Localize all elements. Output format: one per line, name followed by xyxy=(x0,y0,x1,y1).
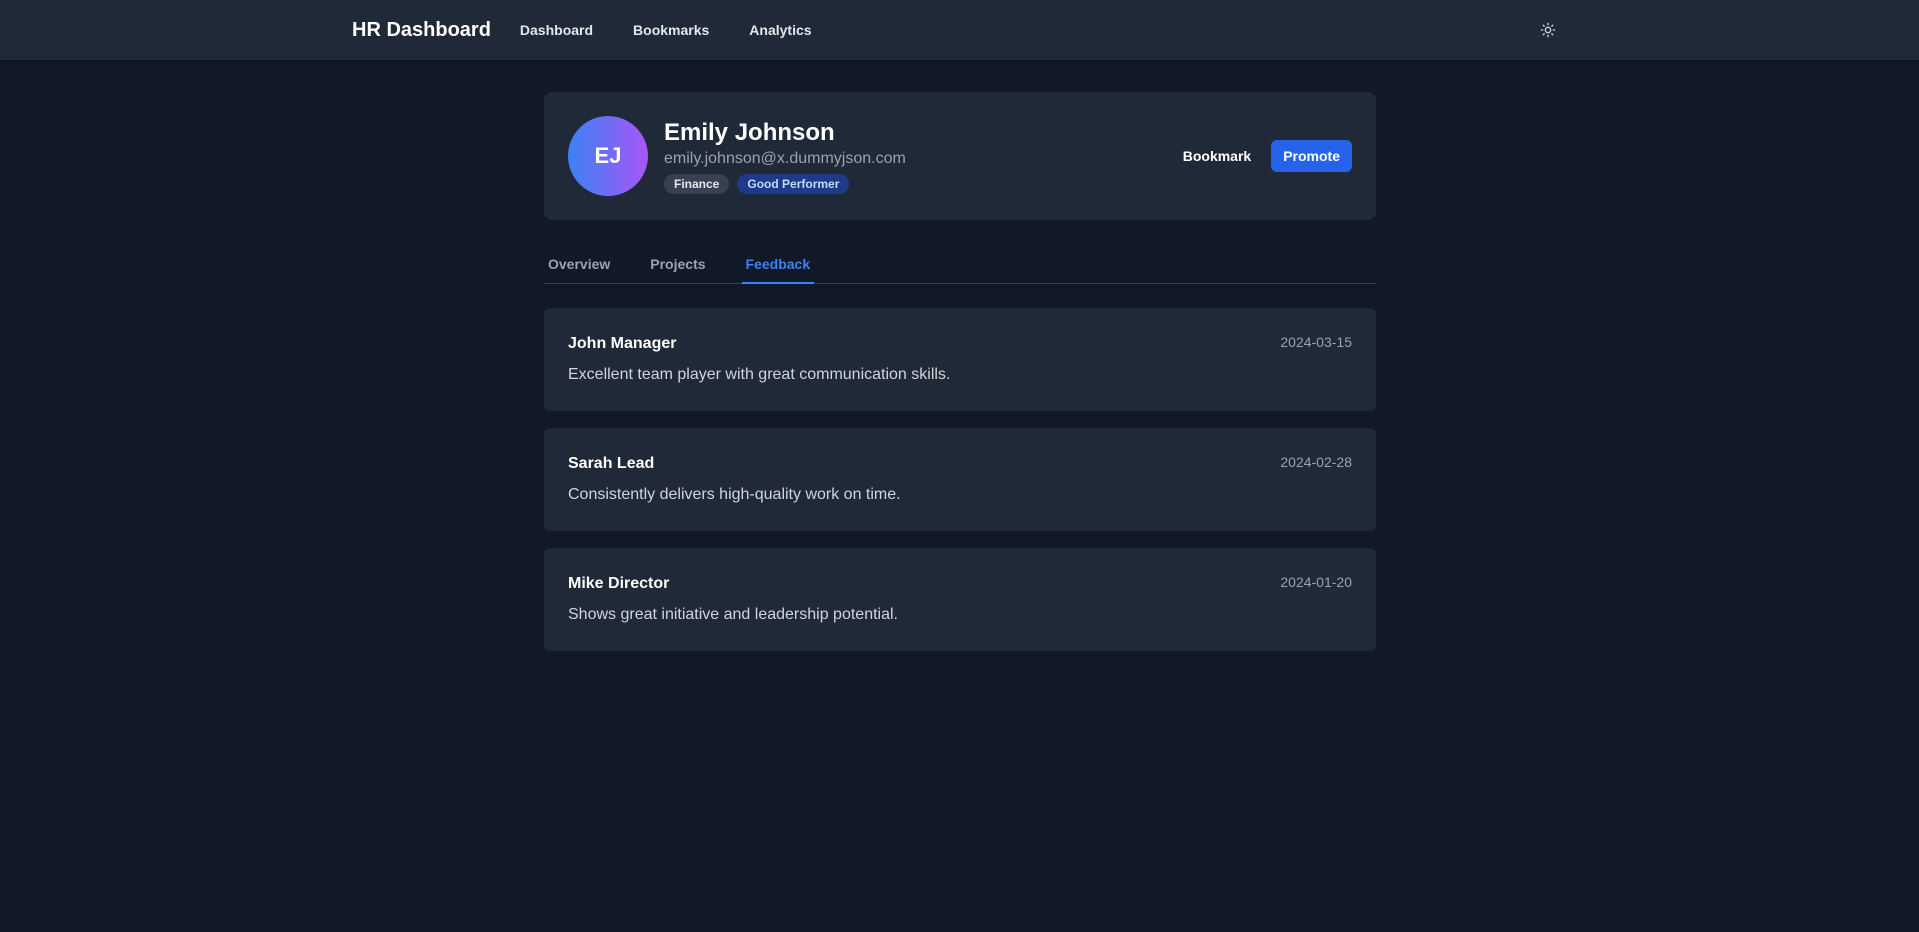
avatar: EJ xyxy=(568,116,648,196)
navbar-inner: HR Dashboard Dashboard Bookmarks Analyti… xyxy=(352,0,1559,60)
top-navbar: HR Dashboard Dashboard Bookmarks Analyti… xyxy=(0,0,1919,60)
feedback-text: Excellent team player with great communi… xyxy=(568,366,951,383)
bookmark-button[interactable]: Bookmark xyxy=(1171,140,1263,172)
feedback-list: John Manager 2024-03-15 Excellent team p… xyxy=(544,308,1376,651)
profile-name: Emily Johnson xyxy=(664,119,835,146)
tab-feedback[interactable]: Feedback xyxy=(741,246,815,284)
performance-badge: Good Performer xyxy=(737,174,850,194)
feedback-item: Sarah Lead 2024-02-28 Consistently deliv… xyxy=(544,428,1376,531)
feedback-author: Mike Director xyxy=(568,575,670,592)
brand-title[interactable]: HR Dashboard xyxy=(352,19,491,42)
feedback-author: Sarah Lead xyxy=(568,455,655,472)
feedback-text: Consistently delivers high-quality work … xyxy=(568,486,901,503)
feedback-item: Mike Director 2024-01-20 Shows great ini… xyxy=(544,548,1376,651)
profile-email: emily.johnson@x.dummyjson.com xyxy=(664,150,906,167)
feedback-text: Shows great initiative and leadership po… xyxy=(568,606,898,623)
feedback-item: John Manager 2024-03-15 Excellent team p… xyxy=(544,308,1376,411)
main-content: EJ Emily Johnson emily.johnson@x.dummyjs… xyxy=(544,92,1376,651)
tab-projects[interactable]: Projects xyxy=(646,246,709,284)
profile-card: EJ Emily Johnson emily.johnson@x.dummyjs… xyxy=(544,92,1376,220)
profile-tabs: Overview Projects Feedback xyxy=(544,246,1376,284)
nav-link-dashboard[interactable]: Dashboard xyxy=(520,22,593,38)
feedback-date: 2024-02-28 xyxy=(1280,454,1352,470)
promote-button[interactable]: Promote xyxy=(1271,140,1352,172)
profile-badges: Finance Good Performer xyxy=(664,174,906,194)
feedback-date: 2024-01-20 xyxy=(1280,574,1352,590)
tab-overview[interactable]: Overview xyxy=(544,246,614,284)
nav-link-bookmarks[interactable]: Bookmarks xyxy=(633,22,709,38)
nav-link-analytics[interactable]: Analytics xyxy=(749,22,811,38)
profile-actions: Bookmark Promote xyxy=(1171,140,1352,172)
feedback-author: John Manager xyxy=(568,335,677,352)
theme-toggle-button[interactable] xyxy=(1537,19,1559,41)
profile-info: Emily Johnson emily.johnson@x.dummyjson.… xyxy=(664,118,906,194)
department-badge: Finance xyxy=(664,174,730,194)
feedback-date: 2024-03-15 xyxy=(1280,334,1352,350)
sun-icon xyxy=(1540,22,1556,38)
